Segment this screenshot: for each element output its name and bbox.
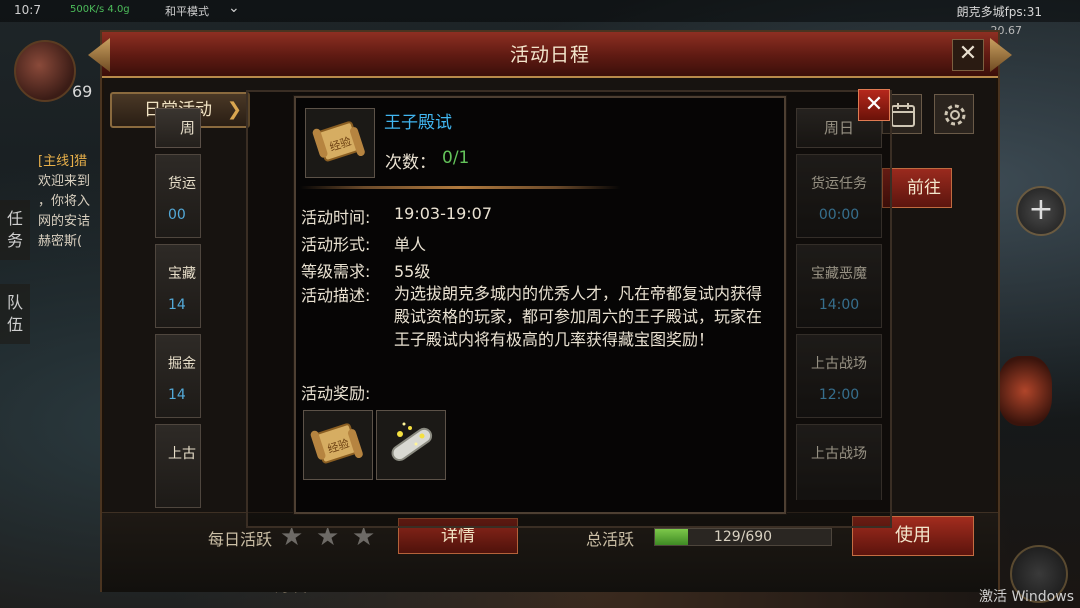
quest-tracker[interactable]: [主线]猎 欢迎来到 ，你将入 网的安诘 赫密斯( bbox=[38, 152, 108, 252]
quest-line: 网的安诘 bbox=[38, 214, 91, 229]
team-side-tab[interactable]: 队伍 bbox=[0, 284, 30, 344]
panel-title: 活动日程 bbox=[509, 44, 590, 66]
cell-activity-name: 货运 bbox=[168, 176, 196, 192]
popup-close-button[interactable]: ✕ bbox=[858, 89, 890, 121]
schedule-cell[interactable]: 掘金 14 bbox=[155, 334, 201, 418]
clock-text: 10:7 bbox=[14, 3, 41, 17]
daily-active-label: 每日活跃 bbox=[208, 530, 273, 549]
count-value: 0/1 bbox=[442, 148, 470, 168]
cell-activity-time: 14 bbox=[168, 297, 186, 313]
exp-scroll-icon: 经验 bbox=[310, 423, 363, 464]
quest-line: [主线]猎 bbox=[38, 154, 88, 169]
schedule-cell[interactable]: 宝藏 14 bbox=[155, 244, 201, 328]
fps-readout: 朗克多城fps:31 bbox=[956, 5, 1042, 19]
level-requirement-label: 等级需求: bbox=[301, 262, 371, 281]
chevron-right-icon: ❯ bbox=[226, 99, 242, 120]
network-speed-text: 500K/s 4.0g bbox=[70, 4, 130, 15]
status-bar: 10:7 500K/s 4.0g 和平模式 ⌄ 朗克多城fps:31 bbox=[0, 0, 1080, 22]
level-requirement-value: 55级 bbox=[394, 262, 431, 281]
panel-close-button[interactable]: ✕ bbox=[952, 39, 984, 71]
calendar-icon bbox=[891, 103, 915, 127]
total-active-progress: 129/690 bbox=[654, 528, 832, 546]
divider bbox=[300, 186, 620, 189]
reward-slot[interactable]: 经验 bbox=[303, 410, 373, 480]
activity-time-label: 活动时间: bbox=[301, 208, 371, 227]
cell-activity-name: 宝藏 bbox=[168, 266, 196, 282]
plus-icon[interactable]: + bbox=[1016, 186, 1066, 236]
task-side-tab[interactable]: 任务 bbox=[0, 200, 30, 260]
gear-icon bbox=[944, 104, 966, 126]
total-active-value: 129/690 bbox=[713, 529, 773, 545]
panel-header: 活动日程 ✕ bbox=[102, 32, 998, 78]
cell-activity-time: 14 bbox=[168, 387, 186, 403]
description-label: 活动描述: bbox=[301, 286, 371, 305]
cell-activity-time: 00 bbox=[168, 207, 186, 223]
count-label: 次数： bbox=[385, 153, 436, 173]
activity-time-value: 19:03-19:07 bbox=[394, 204, 492, 223]
cell-activity-time bbox=[156, 463, 200, 477]
rewards-label: 活动奖励: bbox=[301, 384, 371, 403]
quest-line: 欢迎来到 bbox=[38, 174, 91, 189]
schedule-cell[interactable]: 货运 00 bbox=[155, 154, 201, 238]
settings-button[interactable] bbox=[934, 94, 974, 134]
activity-description: 为选拔朗克多城内的优秀人才，凡在帝都复试内获得殿试资格的玩家，都可参加周六的王子… bbox=[394, 284, 763, 349]
task-tab-label: 任务 bbox=[7, 209, 24, 250]
player-avatar[interactable] bbox=[14, 40, 76, 102]
cell-activity-name: 掘金 bbox=[168, 356, 196, 372]
reward-slot[interactable] bbox=[376, 410, 446, 480]
activity-name: 王子殿试 bbox=[384, 113, 452, 133]
fire-skill-icon[interactable] bbox=[998, 356, 1052, 426]
player-level: 69 bbox=[72, 82, 93, 101]
schedule-cell[interactable]: 上古 bbox=[155, 424, 201, 508]
total-active-label: 总活跃 bbox=[586, 530, 635, 549]
treasure-map-scroll-icon bbox=[391, 422, 433, 462]
quest-line: ，你将入 bbox=[38, 194, 91, 209]
team-tab-label: 队伍 bbox=[7, 293, 24, 334]
activity-form-label: 活动形式: bbox=[301, 235, 371, 254]
exp-scroll-icon: 经验 bbox=[312, 121, 365, 162]
windows-activation-watermark: 激活 Windows bbox=[979, 589, 1074, 605]
cell-activity-name: 上古 bbox=[168, 446, 196, 462]
chevron-down-icon: ⌄ bbox=[228, 0, 240, 16]
activity-form-value: 单人 bbox=[394, 235, 427, 254]
weekday-column: 周 货运 00 宝藏 14 掘金 14 上古 bbox=[155, 108, 201, 508]
pk-mode-selector[interactable]: 和平模式 bbox=[165, 3, 209, 19]
quest-line: 赫密斯( bbox=[38, 234, 83, 249]
weekday-header: 周 bbox=[155, 108, 201, 148]
goto-button[interactable]: 前往 bbox=[882, 168, 952, 208]
activity-item-slot[interactable]: 经验 bbox=[305, 108, 375, 178]
